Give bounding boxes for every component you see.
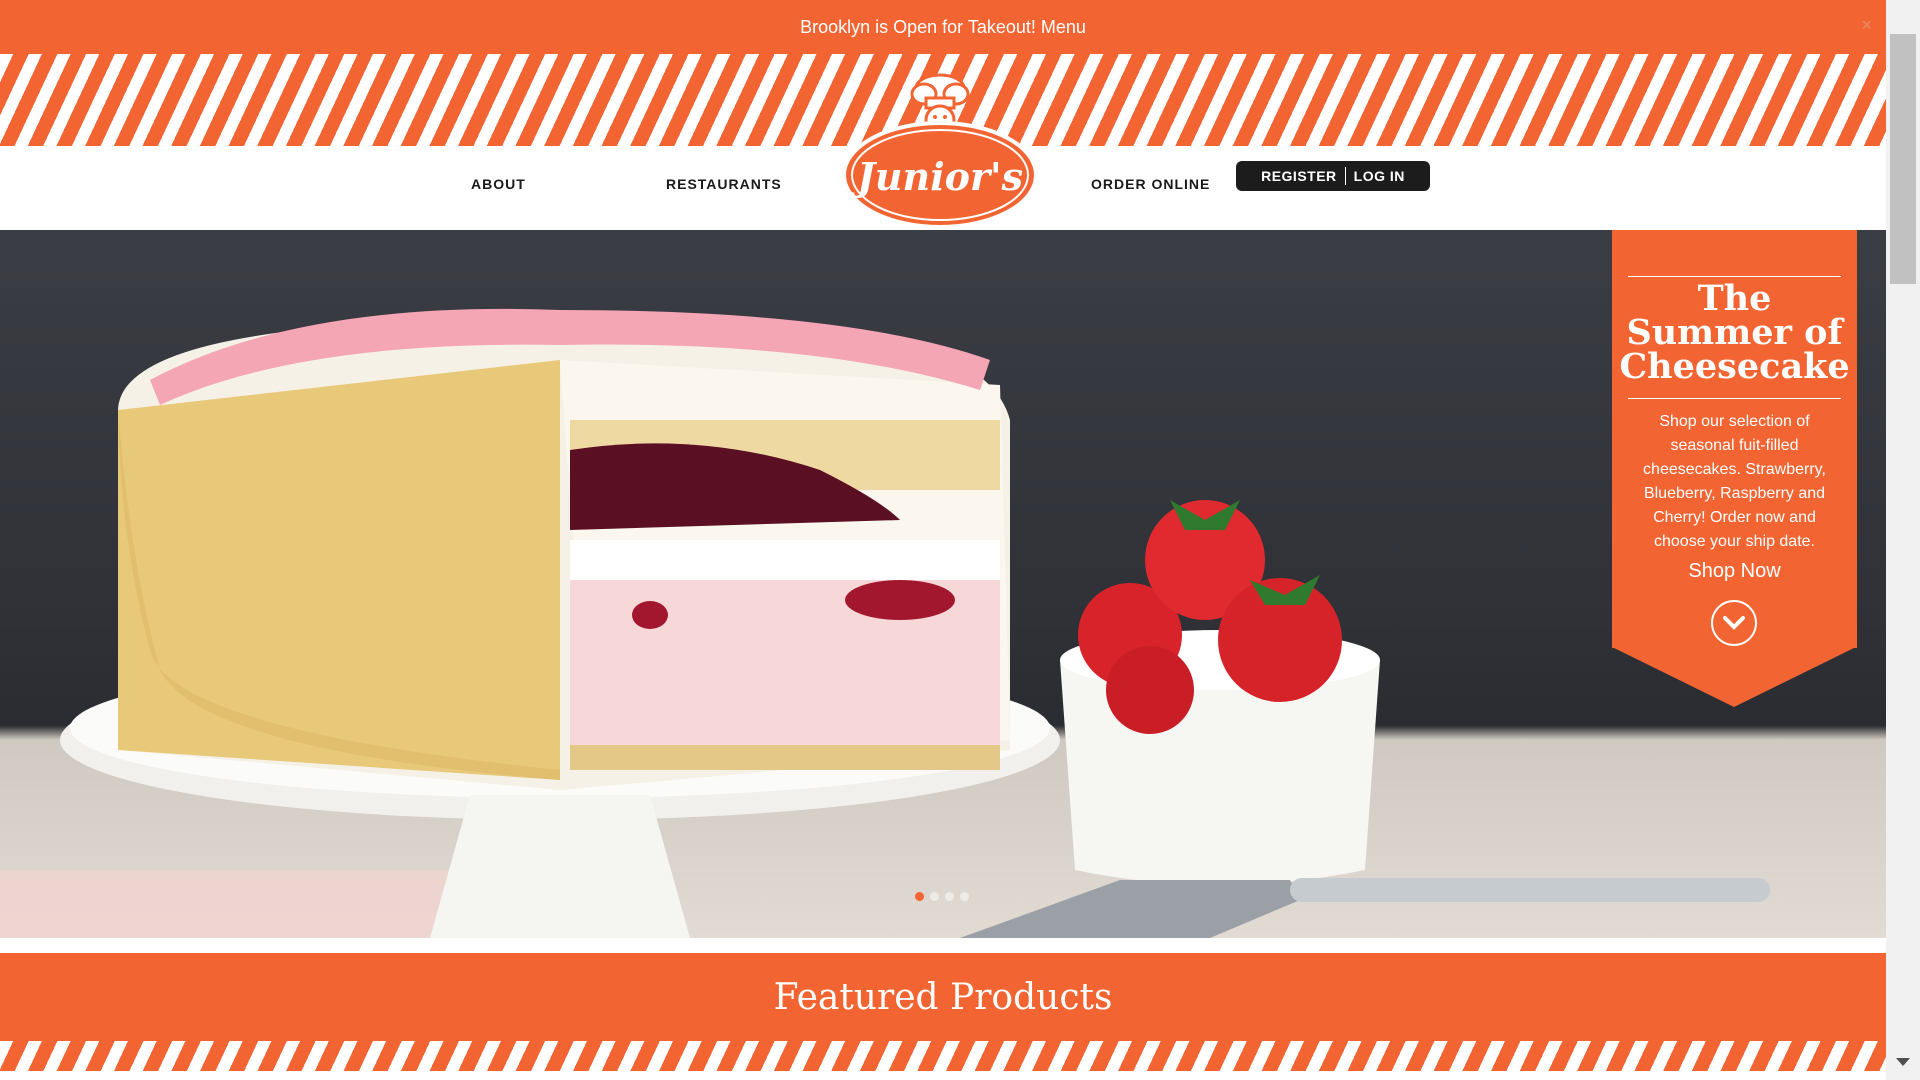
login-button[interactable]: LOG IN (1354, 168, 1405, 184)
promo-ribbon-tip (1612, 647, 1856, 707)
announcement-text[interactable]: Brooklyn is Open for Takeout! Menu (800, 17, 1086, 38)
promo-body: Shop our selection of seasonal fuit-fill… (1643, 413, 1826, 550)
promo-ribbon: The Summer of Cheesecake Shop our select… (1612, 230, 1857, 710)
scroll-down-icon[interactable] (1896, 1058, 1910, 1066)
hero-image (0, 308, 1770, 938)
chevron-down-icon[interactable] (1711, 600, 1757, 646)
chef-logo-icon: Junior's (842, 73, 1038, 229)
carousel-dots (915, 892, 969, 901)
nav-about[interactable]: ABOUT (471, 176, 526, 192)
footer-stripes (0, 1041, 1886, 1071)
promo-rule-bottom (1628, 398, 1841, 399)
logo-text: Junior's (851, 154, 1023, 199)
close-icon[interactable]: × (1861, 15, 1872, 36)
carousel-dot[interactable] (960, 892, 969, 901)
nav-restaurants[interactable]: RESTAURANTS (666, 176, 782, 192)
scrollbar-thumb[interactable] (1890, 34, 1916, 284)
juniors-logo[interactable]: Junior's (840, 70, 1040, 230)
nav-order-online[interactable]: ORDER ONLINE (1091, 176, 1210, 192)
featured-title: Featured Products (773, 976, 1113, 1018)
featured-products-header: Featured Products (0, 953, 1886, 1041)
carousel-dot[interactable] (915, 892, 924, 901)
auth-divider (1344, 167, 1346, 185)
scrollbar[interactable] (1886, 0, 1920, 1080)
page: Brooklyn is Open for Takeout! Menu × ABO… (0, 0, 1886, 1080)
register-button[interactable]: REGISTER (1261, 168, 1337, 184)
shop-now-link[interactable]: Shop Now (1612, 560, 1857, 583)
promo-title-line-3: Cheesecake (1619, 346, 1850, 387)
carousel-dot[interactable] (930, 892, 939, 901)
carousel-dot[interactable] (945, 892, 954, 901)
promo-title: The Summer of Cheesecake (1612, 281, 1857, 387)
promo-rule-top (1628, 276, 1841, 277)
announcement-bar: Brooklyn is Open for Takeout! Menu × (0, 0, 1886, 54)
auth-buttons: REGISTER LOG IN (1236, 161, 1430, 191)
hero-slider[interactable] (0, 230, 1886, 938)
